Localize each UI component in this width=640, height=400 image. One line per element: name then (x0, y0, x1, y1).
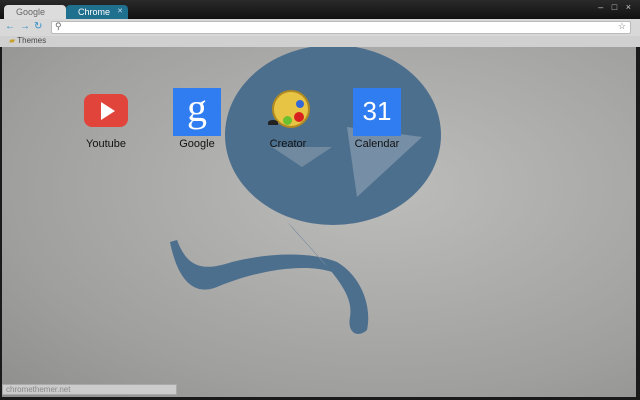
toolbar: ← → ↻ ⚲ ☆ (0, 19, 640, 36)
google-icon: g (173, 88, 221, 136)
bookmark-star-icon[interactable]: ☆ (618, 21, 626, 32)
status-bar: chromethemer.net (2, 384, 177, 395)
window-controls[interactable]: – □ × (598, 2, 634, 12)
title-bar: Google Chrome ✕ – □ × (0, 0, 640, 19)
app-label: Youtube (86, 138, 126, 150)
app-google[interactable]: g Google (162, 88, 232, 150)
calendar-glyph: 31 (362, 96, 392, 126)
app-label: Calendar (354, 138, 400, 150)
new-tab-page: Youtube g Google Creator 31 Calendar (2, 47, 636, 397)
app-creator[interactable]: Creator (253, 88, 323, 150)
calendar-icon: 31 (353, 88, 401, 136)
tab-label: Google (16, 7, 46, 17)
folder-icon: ▰ (9, 36, 16, 45)
address-bar[interactable]: ⚲ ☆ (51, 21, 631, 34)
bookmarks-bar: ▰ Themes (0, 36, 640, 47)
app-calendar[interactable]: 31 Calendar (342, 88, 412, 150)
google-glyph: g (187, 85, 207, 130)
tab-chrome[interactable]: Chrome ✕ (66, 5, 128, 19)
forward-button[interactable]: → (20, 21, 30, 32)
bookmark-themes[interactable]: ▰ Themes (9, 36, 46, 45)
close-tab-icon[interactable]: ✕ (117, 5, 123, 19)
app-youtube[interactable]: Youtube (71, 88, 141, 150)
search-icon: ⚲ (55, 21, 62, 31)
youtube-icon (82, 88, 130, 136)
tab-label: Chrome (78, 7, 111, 17)
back-button[interactable]: ← (5, 21, 15, 32)
tab-google[interactable]: Google (4, 5, 66, 19)
app-label: Google (179, 138, 215, 150)
app-label: Creator (269, 138, 307, 150)
bookmark-label: Themes (17, 36, 47, 45)
palette-icon (264, 88, 312, 136)
reload-button[interactable]: ↻ (34, 21, 42, 32)
